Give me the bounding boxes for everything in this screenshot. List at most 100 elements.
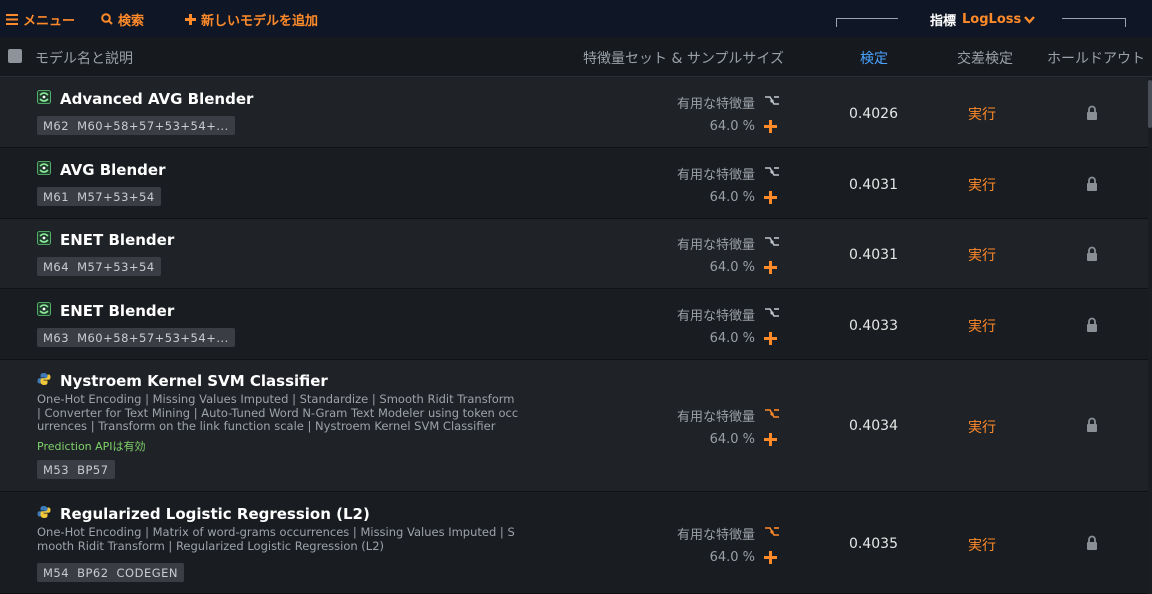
menu-button[interactable]: メニュー: [6, 9, 75, 29]
metric-dropdown[interactable]: 指標 LogLoss: [930, 10, 1036, 29]
cross-validation-run-button[interactable]: 実行: [968, 245, 996, 265]
blueprint-tag: M57+53+54: [77, 259, 155, 274]
search-button[interactable]: 検索: [101, 9, 144, 29]
validation-score: 0.4026: [849, 106, 898, 122]
model-tags: M53 BP57: [37, 460, 115, 479]
sample-size: 64.0 %: [709, 260, 755, 275]
model-id-tag: M64: [43, 259, 70, 274]
cross-validation-run-button[interactable]: 実行: [968, 104, 996, 124]
metric-value: LogLoss: [962, 12, 1022, 27]
model-tags: M61 M57+53+54: [37, 187, 161, 206]
blueprint-tag: BP57: [77, 462, 109, 477]
sample-size: 64.0 %: [709, 190, 755, 205]
model-tags: M63 M60+58+57+53+54+...: [37, 328, 235, 347]
model-name[interactable]: ENET Blender: [60, 231, 174, 249]
chevron-down-icon: [1024, 15, 1036, 24]
codegen-tag: CODEGEN: [116, 565, 179, 580]
model-name[interactable]: AVG Blender: [60, 161, 165, 179]
blueprint-tag: M60+58+57+53+54+...: [77, 118, 229, 133]
plus-icon: [185, 13, 196, 25]
scrollbar-track[interactable]: [1148, 77, 1152, 594]
feature-list-icon[interactable]: [764, 526, 780, 538]
column-cross-validation-header[interactable]: 交差検定: [957, 48, 1013, 68]
menu-label: メニュー: [23, 13, 76, 29]
model-row[interactable]: Regularized Logistic Regression (L2) One…: [0, 493, 1148, 594]
scrollbar-thumb[interactable]: [1148, 80, 1152, 128]
blender-icon: [37, 302, 51, 316]
model-row[interactable]: Nystroem Kernel SVM Classifier One-Hot E…: [0, 360, 1148, 492]
feature-list-label[interactable]: 有用な特徴量: [560, 234, 755, 253]
column-header: モデル名と説明 特徴量セット & サンプルサイズ 検定 交差検定 ホールドアウト: [0, 37, 1152, 77]
feature-list-icon[interactable]: [764, 236, 780, 248]
lock-icon: [1087, 246, 1097, 261]
prediction-api-status: Prediction APIは有効: [37, 440, 146, 453]
add-sample-plus-icon[interactable]: [764, 191, 777, 204]
validation-score: 0.4031: [849, 177, 898, 193]
model-row[interactable]: ENET Blender M64 M57+53+54 有用な特徴量 64.0 %…: [0, 219, 1148, 289]
sample-size: 64.0 %: [709, 331, 755, 346]
blueprint-tag: BP62: [77, 565, 109, 580]
model-name[interactable]: Regularized Logistic Regression (L2): [60, 505, 370, 523]
add-sample-plus-icon[interactable]: [764, 433, 777, 446]
add-model-label: 新しいモデルを追加: [201, 13, 319, 29]
feature-list-icon[interactable]: [764, 95, 780, 107]
feature-list-icon[interactable]: [764, 166, 780, 178]
model-id-tag: M54: [43, 565, 70, 580]
column-holdout-header[interactable]: ホールドアウト: [1047, 48, 1145, 68]
blueprint-tag: M60+58+57+53+54+...: [77, 330, 229, 345]
column-validation-header[interactable]: 検定: [860, 48, 888, 68]
column-name-header[interactable]: モデル名と説明: [35, 48, 133, 68]
feature-list-label[interactable]: 有用な特徴量: [560, 305, 755, 324]
feature-list-label[interactable]: 有用な特徴量: [560, 93, 755, 112]
validation-score: 0.4035: [849, 536, 898, 552]
lock-icon: [1087, 417, 1097, 432]
sample-size: 64.0 %: [709, 550, 755, 565]
add-model-button[interactable]: 新しいモデルを追加: [185, 9, 318, 29]
metric-divider-right: [1062, 18, 1126, 27]
search-icon: [101, 13, 113, 25]
model-row[interactable]: ENET Blender M63 M60+58+57+53+54+... 有用な…: [0, 290, 1148, 360]
feature-list-label[interactable]: 有用な特徴量: [560, 164, 755, 183]
model-description: One-Hot Encoding | Missing Values Impute…: [37, 392, 519, 433]
model-tags: M54 BP62 CODEGEN: [37, 563, 185, 582]
model-description: One-Hot Encoding | Matrix of word-grams …: [37, 525, 515, 553]
blender-icon: [37, 90, 51, 104]
model-id-tag: M63: [43, 330, 70, 345]
add-sample-plus-icon[interactable]: [764, 551, 777, 564]
cross-validation-run-button[interactable]: 実行: [968, 535, 996, 555]
feature-list-icon[interactable]: [764, 307, 780, 319]
blender-icon: [37, 161, 51, 175]
column-featureset-header[interactable]: 特徴量セット & サンプルサイズ: [583, 48, 784, 68]
model-id-tag: M62: [43, 118, 70, 133]
metric-label: 指標: [930, 14, 957, 29]
validation-score: 0.4033: [849, 318, 898, 334]
search-label: 検索: [118, 13, 145, 29]
feature-list-label[interactable]: 有用な特徴量: [560, 406, 755, 425]
model-id-tag: M61: [43, 189, 70, 204]
model-tags: M62 M60+58+57+53+54+...: [37, 116, 235, 135]
lock-icon: [1087, 176, 1097, 191]
python-icon: [37, 506, 51, 518]
model-name[interactable]: ENET Blender: [60, 302, 174, 320]
hamburger-icon: [6, 13, 18, 25]
add-sample-plus-icon[interactable]: [764, 332, 777, 345]
cross-validation-run-button[interactable]: 実行: [968, 175, 996, 195]
python-icon: [37, 373, 51, 385]
add-sample-plus-icon[interactable]: [764, 120, 777, 133]
validation-score: 0.4034: [849, 418, 898, 434]
cross-validation-run-button[interactable]: 実行: [968, 316, 996, 336]
feature-list-label[interactable]: 有用な特徴量: [560, 524, 755, 543]
select-all-checkbox[interactable]: [8, 49, 22, 63]
model-row[interactable]: Advanced AVG Blender M62 M60+58+57+53+54…: [0, 78, 1148, 148]
cross-validation-run-button[interactable]: 実行: [968, 417, 996, 437]
sample-size: 64.0 %: [709, 119, 755, 134]
model-name[interactable]: Advanced AVG Blender: [60, 90, 253, 108]
blueprint-tag: M57+53+54: [77, 189, 155, 204]
lock-icon: [1087, 317, 1097, 332]
model-name[interactable]: Nystroem Kernel SVM Classifier: [60, 372, 328, 390]
model-row[interactable]: AVG Blender M61 M57+53+54 有用な特徴量 64.0 % …: [0, 149, 1148, 219]
feature-list-icon[interactable]: [764, 408, 780, 420]
add-sample-plus-icon[interactable]: [764, 261, 777, 274]
sample-size: 64.0 %: [709, 432, 755, 447]
lock-icon: [1087, 535, 1097, 550]
